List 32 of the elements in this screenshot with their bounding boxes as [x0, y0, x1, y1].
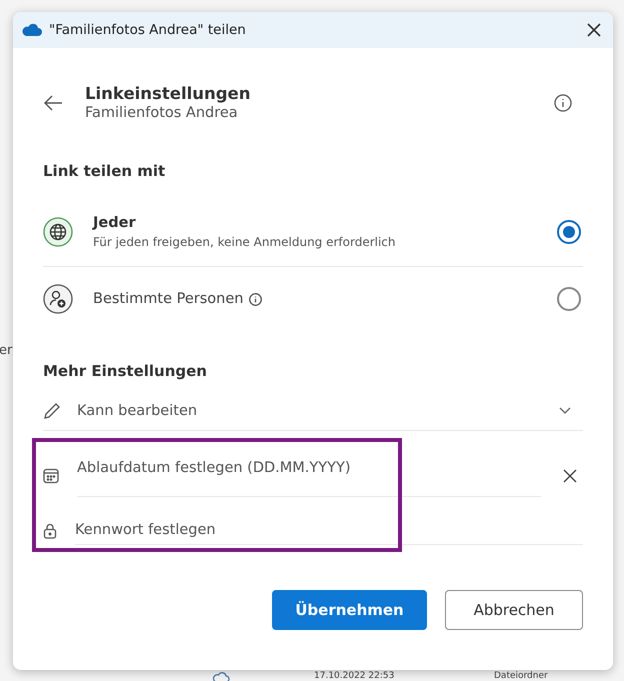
radio-button[interactable]: [557, 220, 581, 244]
option-label: Jeder: [93, 215, 136, 231]
info-button[interactable]: [554, 94, 572, 112]
back-arrow-icon: [43, 94, 63, 110]
window-title: "Familienfotos Andrea" teilen: [49, 22, 247, 38]
cancel-button[interactable]: Abbrechen: [445, 590, 583, 630]
section-heading: Mehr Einstellungen: [43, 362, 208, 380]
cloud-icon: [212, 671, 230, 681]
page-subtitle: Familienfotos Andrea: [85, 105, 239, 121]
pencil-icon: [43, 402, 61, 420]
back-button[interactable]: [43, 94, 63, 110]
calendar-icon: [43, 468, 59, 484]
option-label: Bestimmte Personen: [93, 291, 244, 307]
permission-dropdown[interactable]: Kann bearbeiten: [43, 400, 583, 431]
page-title: Linkeinstellungen: [85, 84, 252, 103]
cloud-icon: [21, 23, 43, 37]
chevron-down-icon: [559, 407, 571, 415]
background-text: 17.10.2022 22:53: [314, 671, 394, 681]
person-add-icon: [43, 284, 73, 314]
background-text: Dateiordner: [494, 671, 548, 681]
background-text: er: [0, 343, 12, 358]
close-icon: [563, 468, 577, 482]
close-icon: [587, 23, 601, 37]
radio-button[interactable]: [557, 287, 581, 311]
apply-button[interactable]: Übernehmen: [272, 590, 427, 630]
option-row[interactable]: Bestimmte Personen: [43, 267, 583, 331]
lock-icon: [43, 522, 57, 538]
option-row[interactable]: Jeder Für jeden freigeben, keine Anmeldung erforderlich: [43, 198, 583, 267]
globe-icon: [43, 217, 73, 247]
section-heading: Link teilen mit: [43, 162, 166, 180]
info-icon: [554, 94, 572, 112]
option-description: Für jeden freigeben, keine Anmeldung erforderlich: [93, 235, 397, 249]
